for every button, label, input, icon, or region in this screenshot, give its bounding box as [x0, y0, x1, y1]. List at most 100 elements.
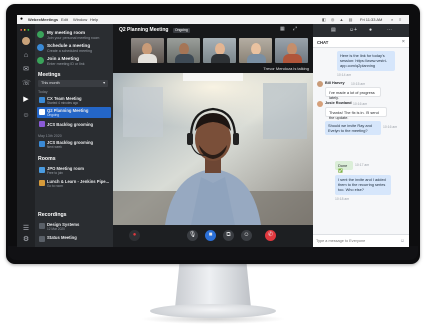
- apple-icon[interactable]: ●: [20, 16, 23, 22]
- participant-body: [211, 54, 230, 63]
- end-call-button[interactable]: ✆: [265, 230, 276, 241]
- status-icons[interactable]: ◧ ◎ ▲ ▤: [322, 17, 354, 22]
- room-subtitle: Free to join: [47, 171, 63, 175]
- calendar-icon: [37, 44, 44, 51]
- webex-app: ● ● ● ⌂ ✉ ☏ ▶ ☺ ☰ ⚙ My meeting room Join…: [17, 24, 409, 247]
- chat-message-outgoing: I sent the invite and I added them to th…: [335, 175, 391, 195]
- more-icon[interactable]: ⋯: [387, 27, 392, 33]
- chat-icon[interactable]: ✉: [22, 66, 30, 74]
- chat-message-incoming: I've made a lot of progress lately.: [325, 87, 381, 100]
- end-call-icon: ✆: [267, 232, 274, 238]
- recording-row[interactable]: Design Systems 12 Mar 2020: [37, 221, 111, 232]
- recording-row[interactable]: Status Meeting: [37, 234, 111, 245]
- recording-subtitle: 12 Mar 2020: [47, 227, 65, 231]
- chat-message-incoming: Thanks! The fix is in. I'll send the upd…: [325, 107, 387, 120]
- meeting-row[interactable]: JCS Backlog grooming: [37, 119, 111, 130]
- avatar[interactable]: [22, 37, 30, 45]
- monitor-base: [150, 304, 276, 318]
- recordings-heading: Recordings: [38, 212, 67, 218]
- meeting-row-active[interactable]: Q2 Planning Meeting Ongoing: [37, 107, 111, 118]
- home-icon[interactable]: ⌂: [22, 52, 30, 60]
- menu-window[interactable]: Window: [73, 17, 87, 22]
- list-icon[interactable]: ≡: [399, 17, 401, 22]
- video-button[interactable]: ■: [205, 230, 216, 241]
- meeting-title: Q2 Planning Meeting: [119, 27, 169, 33]
- participant-body: [247, 54, 266, 63]
- meeting-list: My meeting room Join your personal meeti…: [35, 24, 113, 247]
- talking-indicator: Trevor Mendoza is talking: [113, 65, 313, 73]
- message-time: 10:14 am: [337, 73, 352, 77]
- active-speaker-video: [113, 73, 313, 225]
- nav-rail: ● ● ● ⌂ ✉ ☏ ▶ ☺ ☰ ⚙: [17, 24, 35, 247]
- chat-input-area: ☺: [313, 234, 409, 247]
- join-meeting[interactable]: Join a Meeting Enter meeting ID or link: [37, 56, 112, 66]
- mute-button[interactable]: 🎙: [187, 230, 198, 241]
- action-title: Join a Meeting: [47, 56, 79, 61]
- message-time: 10:16 am: [353, 101, 368, 106]
- calls-icon[interactable]: ☏: [22, 80, 31, 88]
- search-icon[interactable]: ⌕: [391, 17, 393, 22]
- speaker-scene: [113, 73, 313, 225]
- recording-title: Status Meeting: [47, 235, 77, 240]
- participant-tile[interactable]: [275, 38, 308, 63]
- message-sender: Bill Harvey: [325, 81, 345, 85]
- participants-button[interactable]: ☺: [241, 230, 252, 241]
- avatar: [317, 81, 323, 87]
- room-icon: [39, 180, 45, 186]
- meeting-icon: [39, 109, 45, 115]
- window-controls[interactable]: ● ● ●: [20, 27, 30, 32]
- chat-bubble-icon[interactable]: ●: [369, 27, 372, 33]
- room-icon: [37, 31, 44, 38]
- schedule-meeting[interactable]: Schedule a meeting Create a scheduled me…: [37, 43, 112, 53]
- contacts-icon[interactable]: ☺: [22, 112, 30, 120]
- menu-app[interactable]: WebexMeetings: [28, 17, 58, 22]
- share-icon: ⧉: [226, 232, 231, 238]
- close-icon[interactable]: ×: [402, 39, 405, 45]
- monitor-stand: [175, 262, 251, 308]
- avatar: [317, 101, 323, 107]
- room-row[interactable]: JPO Meeting room Free to join: [37, 165, 111, 176]
- filter-value: This month: [41, 81, 60, 85]
- meeting-row[interactable]: CX Team Meeting Started 4 minutes ago: [37, 95, 111, 106]
- participant-tile[interactable]: [239, 38, 272, 63]
- room-row[interactable]: Lunch & Learn - Jenkins Pipe... Go to ro…: [37, 178, 111, 189]
- video-icon: ■: [208, 232, 213, 238]
- emoji-icon[interactable]: ☺: [400, 238, 405, 244]
- meeting-area: Q2 Planning Meeting Ongoing ▦ ⤢ Trevor M…: [113, 24, 313, 247]
- meeting-row[interactable]: JCS Backlog grooming Next week: [37, 139, 111, 150]
- meeting-subtitle: Started 4 minutes ago: [47, 101, 79, 105]
- monitor-chin: [8, 246, 418, 260]
- settings-icon[interactable]: ⚙: [22, 236, 30, 244]
- message-time: 10:18 am: [335, 197, 350, 201]
- layout-icon[interactable]: ▦: [280, 26, 285, 32]
- action-subtitle: Enter meeting ID or link: [47, 62, 85, 66]
- apps-icon[interactable]: ☰: [22, 225, 30, 233]
- meeting-title-bar: Q2 Planning Meeting Ongoing ▦ ⤢: [113, 24, 313, 36]
- meetings-filter-dropdown[interactable]: This month ▾: [38, 80, 108, 87]
- menu-help[interactable]: Help: [90, 17, 98, 22]
- meeting-icon: [39, 141, 45, 147]
- recording-icon: [39, 223, 45, 229]
- chat-message-incoming: Done ✅: [335, 161, 353, 173]
- chat-message-outgoing: Should we invite Ray and Evelyn to the m…: [325, 121, 381, 135]
- join-icon: [37, 57, 44, 64]
- chat-toolbar: ▤ ☺+ ● ⋯: [313, 24, 409, 37]
- status-badge: Ongoing: [173, 27, 190, 33]
- participant-tile[interactable]: [131, 38, 164, 63]
- meeting-controls: ● 🎙 ■ ⧉ ☺ ✆: [113, 225, 313, 247]
- meetings-icon[interactable]: ▶: [22, 96, 30, 104]
- participant-tile[interactable]: [167, 38, 200, 63]
- menu-edit[interactable]: Edit: [61, 17, 68, 22]
- fullscreen-icon[interactable]: ⤢: [293, 26, 297, 32]
- participant-tile[interactable]: [203, 38, 236, 63]
- meeting-subtitle: Next week: [47, 145, 62, 149]
- share-button[interactable]: ⧉: [223, 230, 234, 241]
- chat-panel: ▤ ☺+ ● ⋯ CHAT × Here is the link for tod…: [313, 24, 409, 247]
- chat-message-input[interactable]: [316, 237, 394, 245]
- participants-list-icon[interactable]: ▤: [331, 27, 336, 33]
- add-people-icon[interactable]: ☺+: [349, 27, 357, 33]
- message-sender: Josie Rowland: [325, 101, 352, 105]
- record-button[interactable]: ●: [129, 230, 140, 241]
- mute-icon: 🎙: [188, 232, 197, 238]
- my-meeting-room[interactable]: My meeting room Join your personal meeti…: [37, 30, 112, 40]
